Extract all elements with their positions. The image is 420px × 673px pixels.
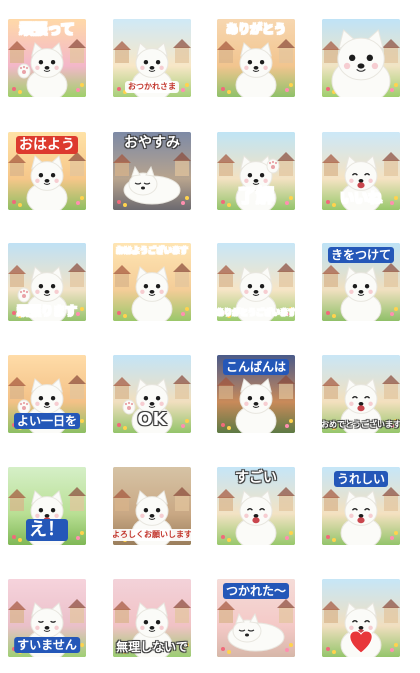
sticker-tile[interactable]: きをつけて [322, 243, 400, 321]
sticker-tile[interactable]: うれしい [322, 467, 400, 545]
sticker-tile[interactable]: おはよう [8, 132, 86, 210]
sticker-caption: 無理しないで [116, 640, 188, 654]
sticker-tile[interactable]: おはようございます [113, 243, 191, 321]
sticker-tile[interactable]: つかれた〜 [217, 579, 295, 657]
sticker-caption: ありがとうございます [217, 308, 295, 317]
sticker-illustration [322, 579, 400, 657]
sticker-caption: おめでとうございます [322, 420, 400, 429]
sticker-caption: すいません [14, 637, 80, 653]
sticker-caption: 頑張ります [16, 304, 78, 318]
sticker-caption: うれしい [333, 471, 389, 487]
sticker-tile[interactable]: すごい [217, 467, 295, 545]
sticker-caption: きをつけて [327, 247, 395, 263]
sticker-caption: いいね [340, 191, 383, 207]
sticker-caption: OK [137, 409, 167, 430]
sticker-tile[interactable]: おめでとうございます [322, 355, 400, 433]
sticker-tile[interactable]: ありがとうございます [217, 243, 295, 321]
sticker-caption: ありがとう [225, 22, 287, 36]
sticker-caption: おつかれさま [125, 81, 179, 93]
sticker-caption: こんばんは [222, 359, 290, 375]
sticker-tile[interactable]: OK [113, 355, 191, 433]
sticker-tile[interactable]: いいね [322, 132, 400, 210]
sticker-caption: つかれた〜 [222, 583, 290, 599]
sticker-tile[interactable] [322, 579, 400, 657]
sticker-caption: おはようございます [116, 246, 189, 255]
sticker-tile[interactable]: すいません [8, 579, 86, 657]
sticker-tile[interactable]: ありがとう [217, 19, 295, 97]
sticker-tile[interactable]: え！ [8, 467, 86, 545]
sticker-caption: おはよう [16, 136, 78, 154]
sticker-tile[interactable] [322, 19, 400, 97]
sticker-tile[interactable]: よい一日を [8, 355, 86, 433]
sticker-tile[interactable]: よろしくお願いします [113, 467, 191, 545]
sticker-tile[interactable]: 頑張って [8, 19, 86, 97]
sticker-illustration [322, 19, 400, 97]
sticker-caption: おやすみ [124, 135, 180, 151]
sticker-caption: すごい [235, 470, 277, 486]
sticker-tile[interactable]: こんばんは [217, 355, 295, 433]
sticker-tile[interactable]: おやすみ [113, 132, 191, 210]
sticker-caption: 了解 [238, 186, 275, 207]
sticker-tile[interactable]: 頑張ります [8, 243, 86, 321]
sticker-tile[interactable]: 了解 [217, 132, 295, 210]
sticker-caption: よろしくお願いします [113, 529, 191, 541]
sticker-caption: え！ [26, 519, 68, 541]
sticker-tile[interactable]: おつかれさま [113, 19, 191, 97]
sticker-grid: 頑張っておつかれさま ありがとうおはよう おやすみ了解 いいね頑張ります おはようござい… [0, 0, 420, 673]
sticker-tile[interactable]: 無理しないで [113, 579, 191, 657]
sticker-caption: 頑張って [19, 22, 75, 38]
sticker-caption: よい一日を [13, 413, 81, 429]
